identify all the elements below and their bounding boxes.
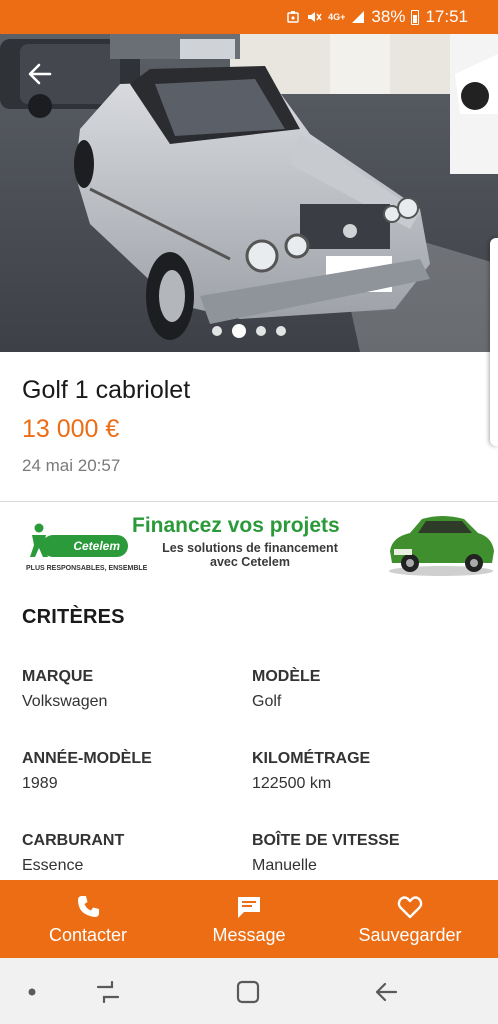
signal-icon [351, 10, 365, 24]
network-type: 4G+ [328, 11, 346, 22]
criteria-row: ANNÉE-MODÈLE 1989 KILOMÉTRAGE 122500 km [22, 750, 482, 832]
message-label: Message [212, 924, 286, 945]
ad-subline: Les solutions de financement avec Cetele… [150, 541, 350, 569]
chat-bubble-icon [238, 896, 260, 918]
back-nav-icon[interactable] [372, 978, 400, 1006]
listing-date: 24 mai 20:57 [22, 456, 121, 475]
criteria-label: ANNÉE-MODÈLE [22, 750, 152, 767]
listing-header: Golf 1 cabriolet 13 000 € 24 mai 20:57 [0, 352, 498, 502]
home-icon[interactable] [234, 978, 262, 1006]
notification-icon [286, 10, 300, 24]
action-bar: Contacter Message Sauvegarder [0, 880, 498, 958]
criteria-label: MARQUE [22, 668, 94, 685]
contact-button[interactable]: Contacter [8, 880, 168, 958]
recent-apps-icon[interactable] [94, 978, 122, 1006]
ad-subline-1: Les solutions de financement [162, 541, 338, 555]
ad-car-image [389, 516, 494, 576]
ad-headline: Financez vos projets [132, 514, 340, 537]
criteria-brand: MARQUE Volkswagen [22, 668, 252, 750]
criteria-value: 122500 km [252, 775, 332, 792]
battery-level: 38% [371, 7, 406, 26]
criteria-value: Volkswagen [22, 693, 108, 710]
back-button[interactable] [22, 56, 58, 92]
criteria-value: 1989 [22, 775, 58, 792]
ad-banner[interactable]: Cetelem PLUS RESPONSABLES, ENSEMBLE Fina… [0, 503, 498, 581]
cetelem-logo: Cetelem PLUS RESPONSABLES, ENSEMBLE [12, 513, 147, 572]
criteria-mileage: KILOMÉTRAGE 122500 km [252, 750, 482, 832]
ad-tagline: PLUS RESPONSABLES, ENSEMBLE [26, 565, 148, 572]
criteria-value: Golf [252, 693, 282, 710]
criteria-label: MODÈLE [252, 668, 321, 685]
criteria-label: KILOMÉTRAGE [252, 750, 371, 767]
criteria-section: CRITÈRES MARQUE Volkswagen MODÈLE Golf A… [0, 582, 498, 880]
phone-icon [78, 895, 99, 917]
criteria-value: Essence [22, 857, 84, 874]
listing-photo-gallery[interactable] [0, 34, 498, 352]
battery-icon [411, 9, 420, 25]
clock: 17:51 [425, 7, 468, 26]
heart-icon [397, 895, 423, 918]
car-photo [0, 34, 498, 352]
gallery-dot-active[interactable] [232, 324, 246, 338]
nav-dot-icon[interactable] [18, 978, 46, 1006]
system-nav-bar [0, 958, 498, 1024]
gallery-dot[interactable] [212, 326, 222, 336]
save-label: Sauvegarder [358, 924, 462, 945]
ad-brand: Cetelem [42, 535, 128, 557]
criteria-title: CRITÈRES [22, 606, 125, 628]
criteria-year: ANNÉE-MODÈLE 1989 [22, 750, 252, 832]
contact-label: Contacter [48, 924, 128, 945]
listing-title: Golf 1 cabriolet [22, 376, 191, 404]
criteria-model: MODÈLE Golf [252, 668, 482, 750]
listing-price: 13 000 € [22, 415, 120, 443]
criteria-label: BOÎTE DE VITESSE [252, 832, 400, 849]
status-bar: 4G+ 38% 17:51 [0, 0, 498, 34]
gallery-pagination [0, 324, 498, 338]
criteria-value: Manuelle [252, 857, 317, 874]
arrow-left-icon [28, 63, 52, 85]
criteria-row: MARQUE Volkswagen MODÈLE Golf [22, 668, 482, 750]
save-button[interactable]: Sauvegarder [330, 880, 490, 958]
gallery-dot[interactable] [276, 326, 286, 336]
mute-icon [306, 10, 322, 24]
criteria-grid: MARQUE Volkswagen MODÈLE Golf ANNÉE-MODÈ… [22, 668, 482, 914]
message-button[interactable]: Message [169, 880, 329, 958]
gallery-dot[interactable] [256, 326, 266, 336]
ad-subline-2: avec Cetelem [210, 555, 290, 569]
criteria-label: CARBURANT [22, 832, 125, 849]
